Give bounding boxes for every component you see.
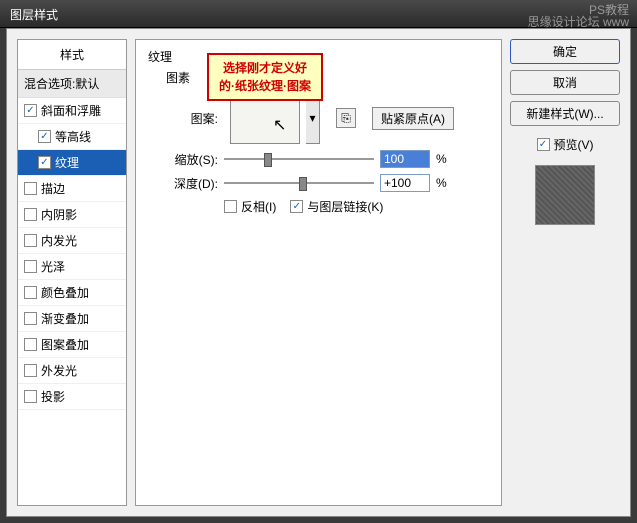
style-label: 外发光 [41,362,77,379]
scale-label: 缩放(S): [158,151,218,168]
style-label: 投影 [41,388,65,405]
depth-input[interactable] [380,174,430,192]
styles-column: 样式 混合选项:默认 斜面和浮雕等高线纹理描边内阴影内发光光泽颜色叠加渐变叠加图… [17,39,127,506]
style-checkbox[interactable] [38,156,51,169]
style-label: 等高线 [55,128,91,145]
style-checkbox[interactable] [24,338,37,351]
styles-header: 样式 [18,40,126,70]
style-row-2[interactable]: 纹理 [18,150,126,176]
style-checkbox[interactable] [38,130,51,143]
snap-origin-button[interactable]: 贴紧原点(A) [372,107,454,130]
style-label: 内发光 [41,232,77,249]
style-label: 渐变叠加 [41,310,89,327]
style-row-5[interactable]: 内发光 [18,228,126,254]
new-style-button[interactable]: 新建样式(W)... [510,101,620,126]
style-row-9[interactable]: 图案叠加 [18,332,126,358]
styles-list: 样式 混合选项:默认 斜面和浮雕等高线纹理描边内阴影内发光光泽颜色叠加渐变叠加图… [17,39,127,506]
style-label: 纹理 [55,154,79,171]
style-label: 图案叠加 [41,336,89,353]
depth-unit: % [436,176,447,190]
window-title: 图层样式 [10,8,58,22]
style-row-3[interactable]: 描边 [18,176,126,202]
preview-swatch [535,165,595,225]
style-label: 斜面和浮雕 [41,102,101,119]
depth-label: 深度(D): [158,175,218,192]
style-row-8[interactable]: 渐变叠加 [18,306,126,332]
new-preset-button[interactable]: ⎘ [336,108,356,128]
scale-unit: % [436,152,447,166]
texture-settings-panel: 纹理 图素 图案: ↖ ▾ ⎘ 贴紧原点(A) 缩放(S): % 深度(D): [135,39,502,506]
style-row-6[interactable]: 光泽 [18,254,126,280]
ok-button[interactable]: 确定 [510,39,620,64]
style-checkbox[interactable] [24,390,37,403]
style-label: 颜色叠加 [41,284,89,301]
style-row-10[interactable]: 外发光 [18,358,126,384]
annotation-callout: 选择刚才定义好 的·纸张纹理·图案 [207,53,323,101]
watermark: PS教程 思缘设计论坛 www [528,4,629,28]
style-row-11[interactable]: 投影 [18,384,126,410]
pattern-label: 图案: [158,110,218,127]
style-checkbox[interactable] [24,286,37,299]
style-label: 光泽 [41,258,65,275]
style-checkbox[interactable] [24,260,37,273]
cancel-button[interactable]: 取消 [510,70,620,95]
style-row-0[interactable]: 斜面和浮雕 [18,98,126,124]
style-checkbox[interactable] [24,104,37,117]
style-checkbox[interactable] [24,364,37,377]
depth-slider[interactable] [224,175,374,191]
style-row-1[interactable]: 等高线 [18,124,126,150]
scale-input[interactable] [380,150,430,168]
preview-checkbox[interactable]: 预览(V) [537,136,594,153]
dialog-body: 选择刚才定义好 的·纸张纹理·图案 样式 混合选项:默认 斜面和浮雕等高线纹理描… [6,28,631,517]
scale-slider[interactable] [224,151,374,167]
style-row-4[interactable]: 内阴影 [18,202,126,228]
style-label: 内阴影 [41,206,77,223]
style-checkbox[interactable] [24,234,37,247]
style-label: 描边 [41,180,65,197]
invert-checkbox[interactable]: 反相(I) [224,198,276,215]
link-layer-checkbox[interactable]: 与图层链接(K) [290,198,383,215]
style-checkbox[interactable] [24,312,37,325]
blend-options-row[interactable]: 混合选项:默认 [18,70,126,98]
cursor-icon: ↖ [273,115,286,135]
style-row-7[interactable]: 颜色叠加 [18,280,126,306]
dialog-buttons: 确定 取消 新建样式(W)... 预览(V) [510,39,620,506]
style-checkbox[interactable] [24,182,37,195]
style-checkbox[interactable] [24,208,37,221]
